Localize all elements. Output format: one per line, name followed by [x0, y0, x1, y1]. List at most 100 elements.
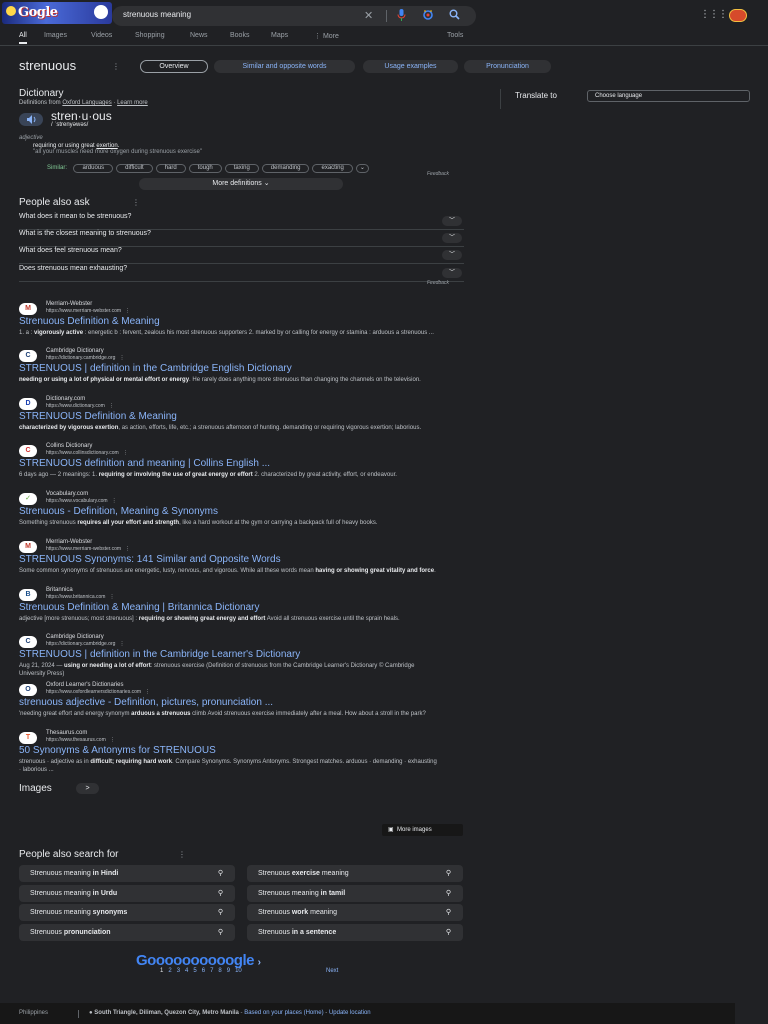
doodle-logo[interactable]: Gogle: [2, 2, 112, 24]
related-search-chip[interactable]: Strenuous work meaning ⚲: [247, 904, 463, 922]
tab-news[interactable]: News: [190, 32, 208, 39]
page-number-link[interactable]: 9: [227, 968, 230, 974]
paa-question-text: Does strenuous mean exhausting?: [19, 265, 128, 272]
more-options-icon[interactable]: ⋮: [125, 308, 130, 314]
result-title-link[interactable]: STRENUOUS Synonyms: 141 Similar and Oppo…: [19, 554, 281, 565]
similar-word[interactable]: arduous: [73, 164, 114, 173]
tab-books[interactable]: Books: [230, 32, 249, 39]
chip-similar-opposite[interactable]: Similar and opposite words: [214, 60, 355, 73]
related-search-chip[interactable]: Strenuous meaning in tamil ⚲: [247, 884, 463, 902]
similar-word[interactable]: taxing: [224, 164, 259, 173]
tab-maps[interactable]: Maps: [271, 32, 288, 39]
related-search-chip[interactable]: Strenuous exercise meaning ⚲: [247, 865, 463, 882]
related-search-chip[interactable]: Strenuous meaning in Urdu ⚲: [19, 884, 235, 902]
chevron-down-icon[interactable]: ﹀: [442, 216, 462, 226]
result-title-link[interactable]: STRENUOUS | definition in the Cambridge …: [19, 649, 300, 660]
related-search-bold: in Hindi: [92, 870, 119, 877]
search-box[interactable]: strenuous meaning ✕: [112, 6, 476, 26]
feedback-link[interactable]: Feedback: [427, 280, 449, 286]
chevron-down-icon[interactable]: ⌄: [355, 164, 369, 173]
lens-icon[interactable]: [422, 9, 434, 26]
result-title-link[interactable]: 50 Synonyms & Antonyms for STRENUOUS: [19, 745, 216, 756]
related-search-chip[interactable]: Strenuous in a sentence ⚲: [247, 924, 463, 942]
based-on-link[interactable]: Based on your places (Home): [244, 1010, 323, 1016]
result-title-link[interactable]: strenuous adjective - Definition, pictur…: [19, 697, 273, 708]
related-search-chip[interactable]: Strenuous pronunciation ⚲: [19, 924, 235, 942]
similar-word[interactable]: demanding: [261, 164, 310, 173]
microphone-icon[interactable]: [397, 9, 406, 26]
chip-usage-examples[interactable]: Usage examples: [363, 60, 458, 73]
similar-word[interactable]: tough: [188, 164, 222, 173]
page-number-link[interactable]: 2: [168, 968, 171, 974]
related-search-chip[interactable]: Strenuous meaning synonyms ⚲: [19, 904, 235, 922]
similar-word[interactable]: exacting: [312, 164, 353, 173]
paa-question[interactable]: What does it mean to be strenuous? ﹀: [19, 213, 464, 230]
result-title-link[interactable]: Strenuous Definition & Meaning | Britann…: [19, 602, 260, 613]
chevron-down-icon[interactable]: ﹀: [442, 250, 462, 260]
page-number-link[interactable]: 7: [210, 968, 213, 974]
tools-button[interactable]: Tools: [447, 32, 463, 39]
learn-more-link[interactable]: Learn more: [117, 100, 148, 106]
page-number-link[interactable]: 1: [160, 968, 163, 974]
close-icon[interactable]: ✕: [364, 9, 373, 23]
more-images-button[interactable]: ▣ More images: [382, 824, 463, 836]
page-number-link[interactable]: 4: [185, 968, 188, 974]
page-number-link[interactable]: 3: [177, 968, 180, 974]
chip-pronunciation[interactable]: Pronunciation: [464, 60, 551, 73]
result-title-link[interactable]: Strenuous Definition & Meaning: [19, 316, 160, 327]
chevron-right-icon[interactable]: ›: [258, 957, 261, 968]
apps-grid-icon[interactable]: ⋮⋮⋮: [700, 9, 728, 20]
more-options-icon[interactable]: ⋮: [110, 594, 115, 600]
search-icon[interactable]: [449, 9, 460, 25]
page-number-link[interactable]: 8: [218, 968, 221, 974]
paa-question[interactable]: Does strenuous mean exhausting? ﹀: [19, 265, 464, 282]
next-link[interactable]: Next: [326, 968, 338, 974]
chevron-down-icon[interactable]: ﹀: [442, 268, 462, 278]
tab-shopping[interactable]: Shopping: [135, 32, 165, 39]
page-number-link[interactable]: 5: [193, 968, 196, 974]
more-options-icon[interactable]: ⋮: [110, 737, 115, 743]
result-title-link[interactable]: STRENUOUS definition and meaning | Colli…: [19, 458, 270, 469]
more-options-icon[interactable]: ⋮: [132, 198, 140, 207]
result-url-text: https://www.thesaurus.com: [46, 737, 106, 743]
footer-location-line: ● South Triangle, Diliman, Quezon City, …: [89, 1010, 371, 1016]
more-options-icon[interactable]: ⋮: [178, 850, 186, 859]
tab-images[interactable]: Images: [44, 32, 67, 39]
more-options-icon[interactable]: ⋮: [120, 355, 125, 361]
result-snippet: strenuous · adjective as in difficult; r…: [19, 758, 439, 774]
result-title-link[interactable]: Strenuous - Definition, Meaning & Synony…: [19, 506, 218, 517]
more-options-icon[interactable]: ⋮: [120, 641, 125, 647]
update-location-link[interactable]: Update location: [329, 1010, 371, 1016]
more-options-icon[interactable]: ⋮: [145, 689, 150, 695]
tab-more[interactable]: ⋮ More: [314, 32, 339, 40]
more-options-icon[interactable]: ⋮: [112, 498, 117, 504]
language-select[interactable]: Choose language: [587, 90, 750, 102]
page-number-link[interactable]: 10: [235, 968, 242, 974]
result-site-name: Dictionary.com: [46, 396, 86, 402]
tab-videos[interactable]: Videos: [91, 32, 112, 39]
more-options-icon[interactable]: ⋮: [123, 450, 128, 456]
more-definitions-button[interactable]: More definitions ⌄: [139, 178, 343, 190]
tab-all[interactable]: All: [19, 32, 27, 44]
more-options-icon[interactable]: ⋮: [109, 403, 114, 409]
result-title-link[interactable]: STRENUOUS | definition in the Cambridge …: [19, 363, 292, 374]
chip-overview[interactable]: Overview: [140, 60, 208, 73]
similar-word[interactable]: difficult: [116, 164, 153, 173]
more-options-icon[interactable]: ⋮: [112, 62, 120, 71]
related-search-chip[interactable]: Strenuous meaning in Hindi ⚲: [19, 865, 235, 882]
chevron-down-icon[interactable]: ﹀: [442, 233, 462, 243]
feedback-link[interactable]: Feedback: [427, 171, 449, 177]
similar-word[interactable]: hard: [155, 164, 186, 173]
source-link[interactable]: Oxford Languages: [62, 100, 111, 106]
related-search-text: Strenuous: [30, 929, 64, 937]
images-arrow-button[interactable]: >: [76, 783, 99, 794]
page-number-link[interactable]: 6: [202, 968, 205, 974]
footer: Philippines ● South Triangle, Diliman, Q…: [0, 1003, 735, 1024]
paa-question[interactable]: What is the closest meaning to strenuous…: [19, 230, 464, 247]
search-input[interactable]: strenuous meaning: [123, 10, 191, 19]
result-title-link[interactable]: STRENUOUS Definition & Meaning: [19, 411, 177, 422]
avatar[interactable]: [729, 9, 747, 22]
paa-question[interactable]: What does feel strenuous mean? ﹀: [19, 247, 464, 264]
more-options-icon[interactable]: ⋮: [125, 546, 130, 552]
speaker-icon[interactable]: [19, 113, 43, 126]
